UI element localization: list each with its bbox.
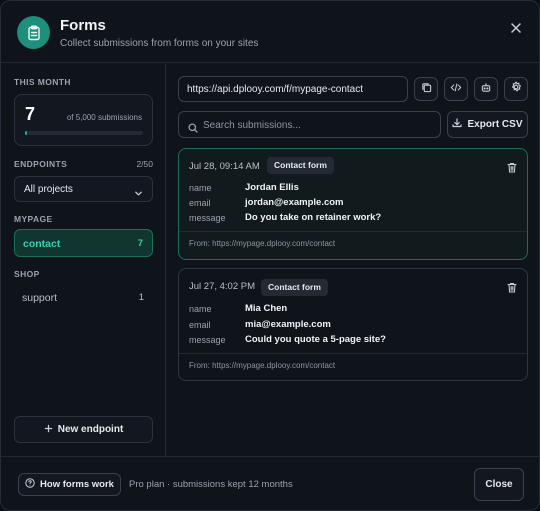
code-icon (450, 80, 462, 98)
close-button[interactable]: Close (474, 468, 524, 501)
usage-card: 7 of 5,000 submissions (14, 94, 153, 146)
trash-icon[interactable] (507, 280, 517, 298)
endpoint-url-field[interactable]: https://api.dplooy.com/f/mypage-contact (178, 76, 408, 102)
submission-date: Jul 27, 4:02 PM (189, 281, 256, 292)
field-key: message (189, 213, 226, 223)
project-select[interactable]: All projects (14, 176, 153, 202)
how-forms-work-label: How forms work (40, 479, 114, 490)
endpoint-settings-button[interactable] (504, 77, 528, 101)
spam-protection-button[interactable] (474, 77, 498, 101)
field-key: message (189, 335, 226, 345)
export-csv-button[interactable]: Export CSV (447, 111, 528, 138)
plus-icon (44, 424, 53, 436)
endpoint-name: support (22, 292, 58, 304)
usage-limit: of 5,000 submissions (66, 113, 142, 122)
copy-url-button[interactable] (414, 77, 438, 101)
chevron-down-icon (134, 185, 143, 203)
help-icon (25, 478, 35, 491)
submission-source: From: https://mypage.dplooy.com/contact (189, 239, 336, 248)
forms-dialog: Forms Collect submissions from forms on … (0, 0, 540, 511)
settings-icon (510, 80, 522, 98)
close-icon[interactable] (507, 19, 525, 37)
embed-code-button[interactable] (444, 77, 468, 101)
search-input[interactable] (203, 116, 433, 134)
endpoint-item-contact[interactable]: contact 7 (14, 229, 153, 257)
usage-progress-bar (25, 131, 143, 135)
export-csv-label: Export CSV (467, 119, 523, 130)
field-value: Do you take on retainer work? (245, 212, 382, 223)
field-key: email (189, 198, 211, 208)
this-month-label: THIS MONTH (14, 77, 71, 87)
dialog-footer: How forms work Pro plan · submissions ke… (1, 456, 539, 510)
sidebar: THIS MONTH 7 of 5,000 submissions ENDPOI… (1, 64, 166, 456)
submission-card[interactable]: Jul 27, 4:02 PM Contact form name Mia Ch… (178, 268, 528, 381)
endpoints-count: 2/50 (136, 159, 153, 169)
copy-icon (421, 80, 432, 98)
robot-icon (480, 80, 492, 98)
field-value: jordan@example.com (245, 197, 344, 208)
endpoint-count: 1 (138, 292, 144, 303)
usage-count: 7 (25, 104, 36, 124)
card-divider (179, 231, 527, 232)
endpoints-label: ENDPOINTS (14, 159, 68, 169)
search-icon (188, 120, 198, 138)
dialog-subtitle: Collect submissions from forms on your s… (60, 38, 259, 49)
form-type-badge: Contact form (261, 279, 328, 296)
submission-card[interactable]: Jul 28, 09:14 AM Contact form name Jorda… (178, 148, 528, 260)
submission-date: Jul 28, 09:14 AM (189, 161, 260, 172)
new-endpoint-label: New endpoint (57, 424, 124, 435)
field-value: Mia Chen (245, 303, 288, 314)
usage-progress-fill (25, 131, 27, 135)
field-value: Jordan Ellis (245, 182, 299, 193)
field-key: name (189, 304, 212, 314)
dialog-title: Forms (60, 17, 106, 34)
field-key: email (189, 320, 211, 330)
how-forms-work-button[interactable]: How forms work (18, 473, 121, 496)
endpoint-count: 7 (137, 238, 143, 249)
field-value: mia@example.com (245, 319, 331, 330)
form-type-badge: Contact form (267, 157, 334, 174)
dialog-header: Forms Collect submissions from forms on … (1, 1, 539, 63)
field-key: name (189, 183, 212, 193)
endpoint-item-support[interactable]: support 1 (14, 284, 153, 312)
download-icon (452, 118, 463, 131)
clipboard-icon (17, 16, 50, 49)
new-endpoint-button[interactable]: New endpoint (14, 416, 153, 443)
submission-source: From: https://mypage.dplooy.com/contact (189, 361, 336, 370)
group-label-shop: SHOP (14, 269, 40, 279)
search-box (178, 111, 441, 138)
field-value: Could you quote a 5-page site? (245, 334, 386, 345)
trash-icon[interactable] (507, 160, 517, 178)
card-divider (179, 353, 527, 354)
group-label-mypage: MYPAGE (14, 214, 53, 224)
endpoint-name: contact (23, 238, 61, 250)
plan-info: Pro plan · submissions kept 12 months (129, 479, 293, 490)
project-select-value: All projects (24, 184, 73, 195)
